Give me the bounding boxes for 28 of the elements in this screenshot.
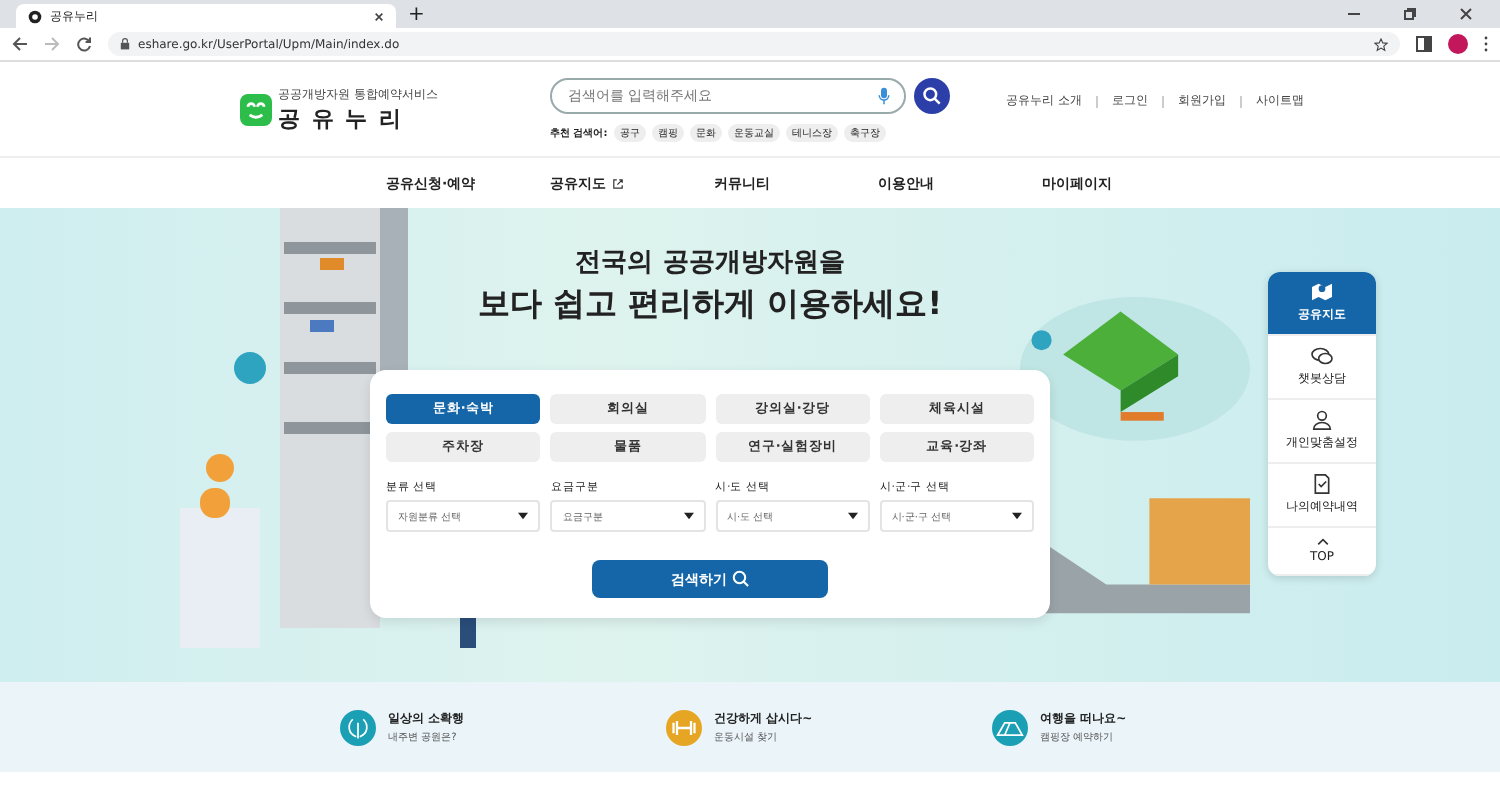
search-icon (922, 85, 942, 105)
profile-avatar[interactable] (1448, 34, 1468, 54)
caret-icon (1012, 512, 1022, 520)
person-icon (1310, 410, 1334, 430)
close-icon[interactable] (374, 11, 384, 21)
caret-icon (847, 512, 858, 520)
close-icon[interactable] (1460, 8, 1472, 20)
star-icon[interactable] (1374, 37, 1388, 51)
chevron-up-icon (1315, 538, 1329, 546)
chat-bubbles-icon (1310, 346, 1334, 366)
new-tab-button[interactable]: + (408, 4, 425, 28)
logo-title: 공 유 누 리 (278, 103, 405, 133)
search-button[interactable] (914, 77, 950, 113)
logo-icon (240, 93, 272, 125)
lock-icon (120, 38, 130, 50)
microphone-icon[interactable] (878, 85, 890, 105)
map-pin-icon (1310, 282, 1334, 302)
search-icon (731, 570, 749, 588)
minimize-icon[interactable] (1348, 8, 1360, 20)
hero-headline: 전국의 공공개방자원을 (575, 246, 845, 280)
back-icon[interactable] (12, 36, 28, 52)
restore-icon[interactable] (1404, 8, 1416, 20)
sidebar-icon[interactable] (1416, 36, 1432, 52)
caret-icon (518, 512, 529, 520)
hero-headline: 보다 쉽고 편리하게 이용하세요! (477, 284, 942, 326)
document-check-icon (1310, 474, 1334, 494)
caret-icon (683, 512, 693, 520)
reload-icon[interactable] (76, 36, 92, 52)
